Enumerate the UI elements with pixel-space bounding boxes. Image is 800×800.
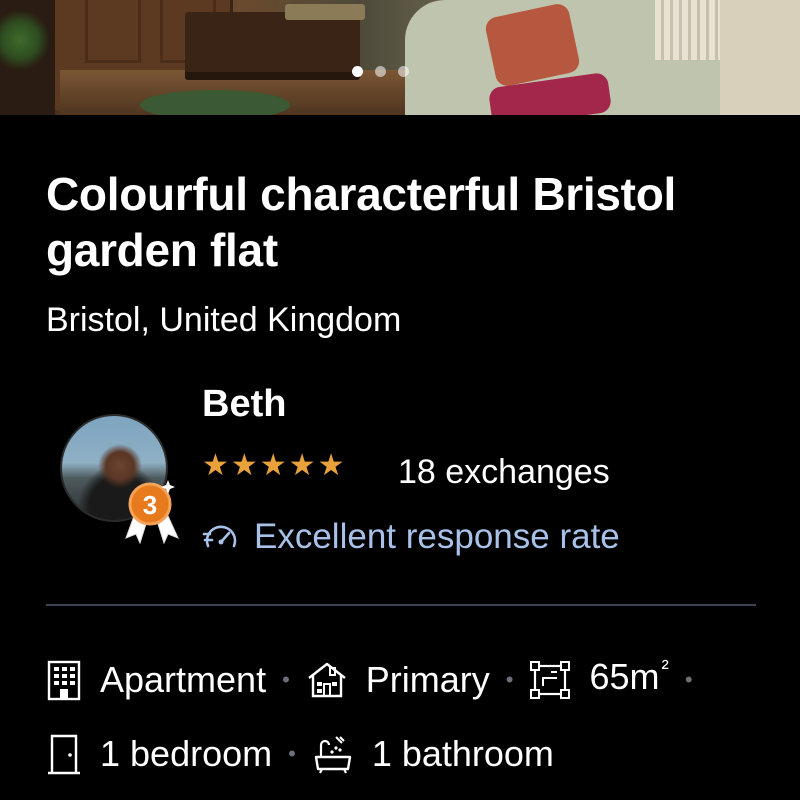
property-facts-row: Apartment • Primary • 65m² • xyxy=(46,654,786,705)
photo-coffee-table xyxy=(185,12,360,72)
separator-dot: • xyxy=(684,666,693,692)
area-value: 65m xyxy=(589,656,660,697)
photo-tray xyxy=(285,4,365,20)
listing-location: Bristol, United Kingdom xyxy=(46,301,402,339)
section-divider xyxy=(46,604,756,606)
separator-dot: • xyxy=(282,666,290,692)
photo-wall xyxy=(720,0,800,115)
bathtub-icon xyxy=(314,736,352,774)
fact-type: Apartment xyxy=(46,657,266,703)
award-badge-icon: 3 xyxy=(125,480,179,544)
fact-bedrooms: 1 bedroom xyxy=(46,731,272,777)
response-rate-label: Excellent response rate xyxy=(254,517,620,556)
badge-level: 3 xyxy=(143,490,157,520)
host-exchanges-count: 18 exchanges xyxy=(398,453,610,491)
carousel-dot[interactable] xyxy=(398,66,409,77)
carousel-dot-active[interactable] xyxy=(352,66,363,77)
property-facts-row: 1 bedroom • 1 bathroom xyxy=(46,731,786,777)
fact-residence: Primary xyxy=(306,657,490,703)
fact-area: 65m² xyxy=(529,654,669,705)
host-rating-stars: ★★★★★ xyxy=(202,449,347,482)
photo-rug xyxy=(140,90,290,115)
fact-bedrooms-label: 1 bedroom xyxy=(100,733,273,774)
floorplan-icon xyxy=(530,660,571,699)
photo-radiator xyxy=(655,0,720,60)
listing-photo-carousel[interactable] xyxy=(0,0,800,115)
separator-dot: • xyxy=(288,741,296,766)
photo-plant xyxy=(0,0,55,115)
door-icon xyxy=(48,734,80,775)
fact-area-label: 65m² xyxy=(589,654,668,705)
speed-icon xyxy=(202,525,237,548)
host-response-rate: Excellent response rate xyxy=(202,514,620,560)
area-unit-superscript: ² xyxy=(661,655,669,680)
host-avatar-group[interactable]: 3 xyxy=(60,414,185,544)
carousel-pagination xyxy=(352,66,409,77)
building-icon xyxy=(47,660,81,700)
fact-bathrooms-label: 1 bathroom xyxy=(371,733,554,774)
fact-bathrooms: 1 bathroom xyxy=(312,731,554,777)
fact-residence-label: Primary xyxy=(365,658,490,700)
house-icon xyxy=(308,662,346,697)
fact-type-label: Apartment xyxy=(100,658,267,700)
host-name[interactable]: Beth xyxy=(202,380,286,428)
listing-title: Colourful characterful Bristol garden fl… xyxy=(46,168,676,276)
carousel-dot[interactable] xyxy=(375,66,386,77)
separator-dot: • xyxy=(505,666,514,692)
